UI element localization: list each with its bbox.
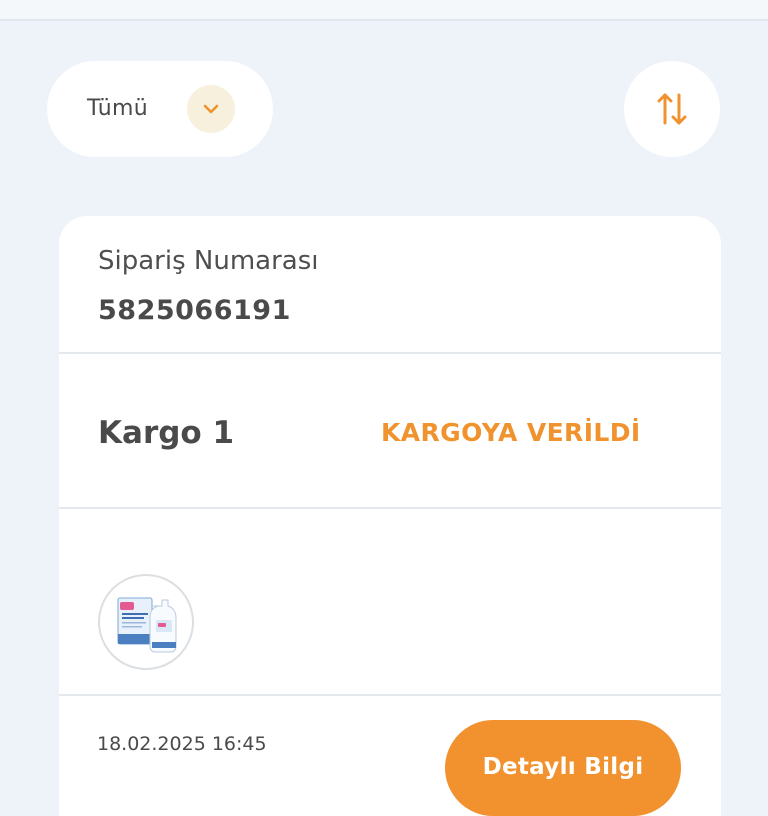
cargo-status-badge: KARGOYA VERİLDİ: [381, 418, 641, 447]
chevron-down-icon: [187, 85, 235, 133]
sort-arrows-icon: [657, 93, 687, 125]
cargo-title: Kargo 1: [98, 415, 235, 451]
product-image: [117, 597, 177, 653]
detail-info-button[interactable]: Detaylı Bilgi: [445, 720, 681, 816]
order-number-value: 5825066191: [98, 295, 291, 326]
filter-dropdown[interactable]: Tümü: [47, 61, 273, 157]
divider: [59, 507, 721, 509]
product-thumbnail[interactable]: [98, 574, 194, 670]
filter-selected-label: Tümü: [87, 96, 148, 121]
divider: [59, 352, 721, 354]
order-date: 18.02.2025 16:45: [97, 733, 267, 755]
top-bar-edge: [0, 0, 768, 21]
sort-button[interactable]: [624, 61, 720, 157]
order-number-label: Sipariş Numarası: [98, 246, 319, 276]
divider: [59, 694, 721, 696]
order-card: Sipariş Numarası 5825066191 Kargo 1 KARG…: [59, 216, 721, 816]
